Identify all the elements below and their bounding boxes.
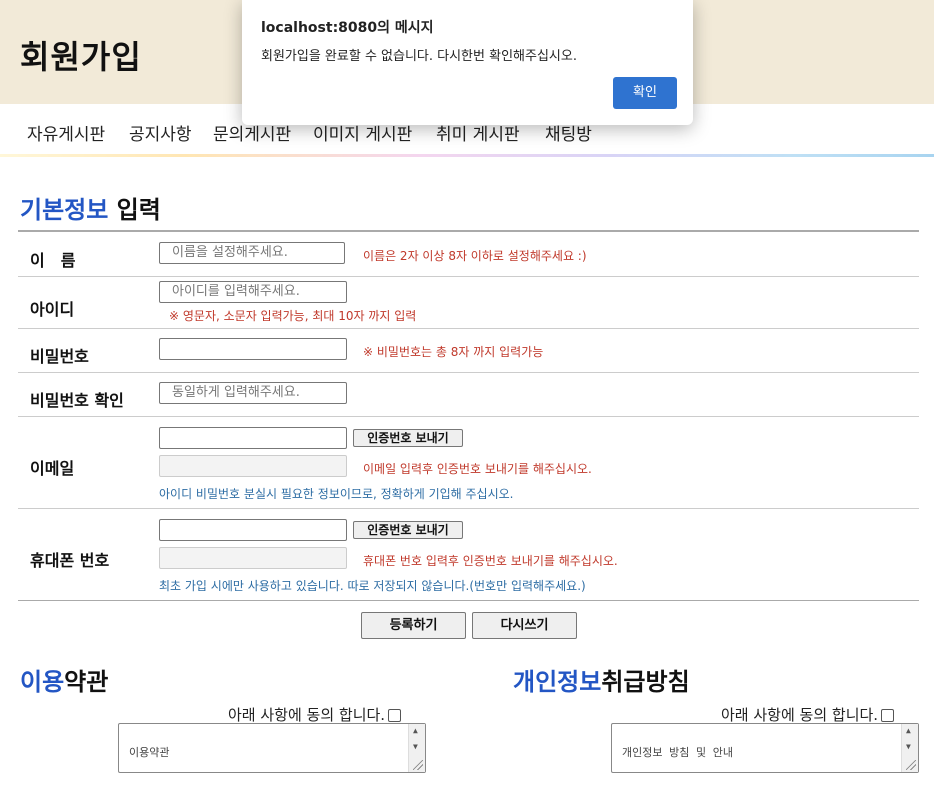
terms-agree-label: 아래 사항에 동의 합니다. [228,706,386,724]
nav-divider [0,154,934,157]
terms-textarea[interactable]: 이용약관 ▲ ▼ [118,723,426,773]
scroll-up-icon[interactable]: ▲ [906,726,911,735]
email-row: 이메일 인증번호 보내기 이메일 입력후 인증번호 보내기를 해주십시오. 아이… [18,416,919,509]
name-row: 이 름 이름을 설정해주세요. 이름은 2자 이상 8자 이하로 설정해주세요 … [18,232,919,277]
resize-grip-icon[interactable] [906,760,916,770]
phone-row: 휴대폰 번호 인증번호 보내기 휴대폰 번호 입력후 인증번호 보내기를 해주십… [18,508,919,600]
phone-info: 최초 가입 시에만 사용하고 있습니다. 따로 저장되지 않습니다.(번호만 입… [159,579,586,593]
privacy-agree-label: 아래 사항에 동의 합니다. [721,706,879,724]
privacy-agree-checkbox[interactable] [881,709,895,722]
phone-label: 휴대폰 번호 [30,551,110,570]
scroll-down-icon[interactable]: ▼ [413,742,418,751]
terms-title: 이용약관 [20,662,108,697]
password-confirm-row: 비밀번호 확인 동일하게 입력해주세요. [18,372,919,417]
resize-grip-icon[interactable] [413,760,423,770]
email-label: 이메일 [30,459,75,478]
privacy-title-accent: 개인정보 [513,668,602,696]
password-row: 비밀번호 ※ 비밀번호는 총 8자 까지 입력가능 [18,328,919,373]
basic-info-title-rest: 입력 [108,196,161,224]
privacy-agree: 아래 사항에 동의 합니다. [721,704,895,725]
phone-send-code-button[interactable]: 인증번호 보내기 [353,521,463,539]
password-hint: ※ 비밀번호는 총 8자 까지 입력가능 [363,345,544,359]
email-send-code-button[interactable]: 인증번호 보내기 [353,429,463,447]
email-hint: 이메일 입력후 인증번호 보내기를 해주십시오. [363,462,592,476]
email-code-input[interactable] [159,455,347,477]
basic-info-title-accent: 기본정보 [20,196,109,224]
name-input[interactable]: 이름을 설정해주세요. [159,242,345,264]
signup-form: 이 름 이름을 설정해주세요. 이름은 2자 이상 8자 이하로 설정해주세요 … [18,230,919,593]
dialog-title: localhost:8080의 메시지 [261,20,434,36]
privacy-title: 개인정보취급방침 [513,662,690,697]
terms-agree: 아래 사항에 동의 합니다. [228,704,402,725]
reset-button[interactable]: 다시쓰기 [472,612,577,639]
terms-content: 이용약관 [129,746,170,759]
basic-info-title: 기본정보 입력 [20,190,161,225]
password-input[interactable] [159,338,347,360]
password-confirm-label: 비밀번호 확인 [30,391,124,410]
id-label: 아이디 [30,300,75,319]
phone-input[interactable] [159,519,347,541]
privacy-content: 개인정보 방침 및 안내 [622,746,733,759]
form-bottom-divider [18,600,919,601]
id-hint: ※ 영문자, 소문자 입력가능, 최대 10자 까지 입력 [169,309,417,323]
terms-agree-checkbox[interactable] [388,709,402,722]
privacy-title-rest: 취급방침 [601,668,690,696]
scroll-up-icon[interactable]: ▲ [413,726,418,735]
site-title: 회원가입 [20,38,142,76]
nav-free-board[interactable]: 자유게시판 [27,120,105,145]
name-label: 이 름 [30,251,76,270]
phone-hint: 휴대폰 번호 입력후 인증번호 보내기를 해주십시오. [363,554,618,568]
register-button[interactable]: 등록하기 [361,612,466,639]
password-confirm-input[interactable]: 동일하게 입력해주세요. [159,382,347,404]
password-label: 비밀번호 [30,347,89,366]
privacy-textarea[interactable]: 개인정보 방침 및 안내 ▲ ▼ [611,723,919,773]
dialog-ok-button[interactable]: 확인 [613,77,677,109]
id-input[interactable]: 아이디를 입력해주세요. [159,281,347,303]
scroll-down-icon[interactable]: ▼ [906,742,911,751]
terms-title-rest: 약관 [64,668,109,696]
terms-title-accent: 이용 [20,668,65,696]
dialog-message: 회원가입을 완료할 수 없습니다. 다시한번 확인해주십시오. [261,49,577,64]
nav-notice[interactable]: 공지사항 [129,120,192,145]
email-input[interactable] [159,427,347,449]
email-info: 아이디 비밀번호 분실시 필요한 정보이므로, 정확하게 기입해 주십시오. [159,487,514,501]
phone-code-input[interactable] [159,547,347,569]
alert-dialog: localhost:8080의 메시지 회원가입을 완료할 수 없습니다. 다시… [242,0,693,125]
name-hint: 이름은 2자 이상 8자 이하로 설정해주세요 :) [363,249,587,263]
id-row: 아이디 아이디를 입력해주세요. ※ 영문자, 소문자 입력가능, 최대 10자… [18,276,919,329]
